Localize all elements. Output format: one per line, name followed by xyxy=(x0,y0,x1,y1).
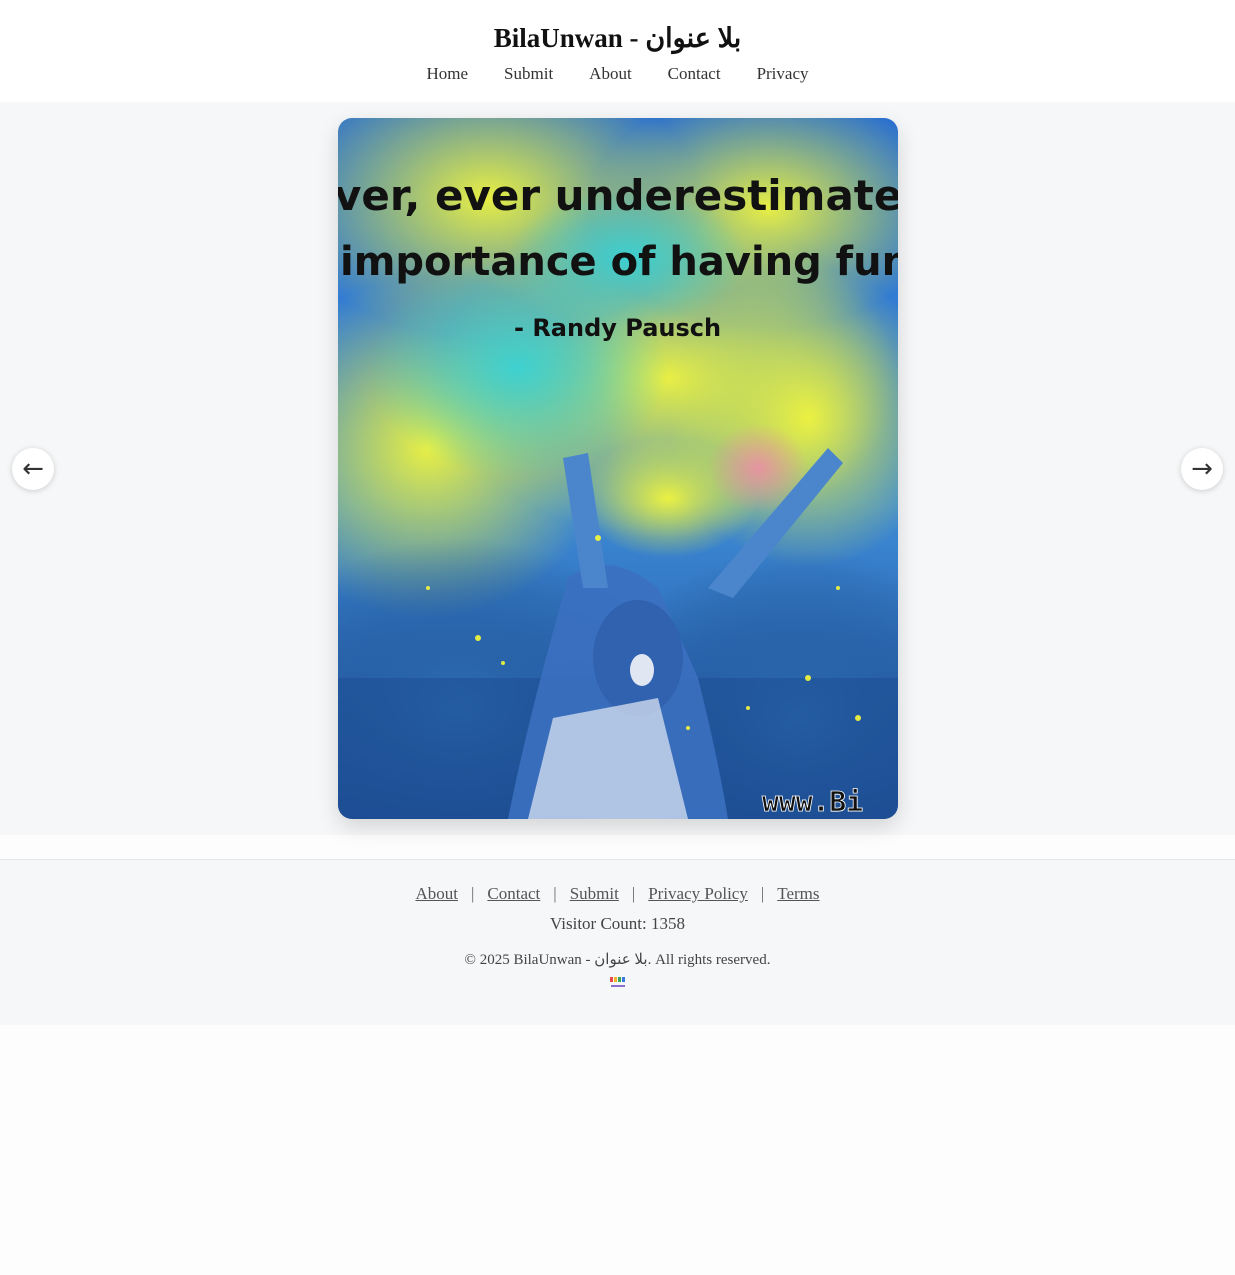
quote-author: - Randy Pausch xyxy=(514,314,721,342)
footer-separator: | xyxy=(760,884,765,903)
footer-link-about[interactable]: About xyxy=(415,884,458,904)
main-nav: Home Submit About Contact Privacy xyxy=(0,64,1235,84)
site-logo-icon[interactable] xyxy=(607,975,629,991)
footer-separator: | xyxy=(631,884,636,903)
nav-home[interactable]: Home xyxy=(427,64,469,84)
quote-line-2: importance of having fun. xyxy=(340,239,898,285)
nav-privacy[interactable]: Privacy xyxy=(757,64,809,84)
visitor-count: Visitor Count: 1358 xyxy=(550,914,685,933)
footer-link-submit[interactable]: Submit xyxy=(570,884,619,904)
footer-link-contact[interactable]: Contact xyxy=(487,884,540,904)
image-slider: ver, ever underestimate t importance of … xyxy=(0,102,1235,835)
footer-link-privacy-policy[interactable]: Privacy Policy xyxy=(648,884,748,904)
site-title[interactable]: BilaUnwan - بلا عنوان xyxy=(0,22,1235,54)
arrow-right-icon[interactable]: → xyxy=(1181,448,1223,490)
arrow-left-icon[interactable]: ← xyxy=(12,448,54,490)
site-footer: About | Contact | Submit | Privacy Polic… xyxy=(0,859,1235,1025)
quote-line-1: ver, ever underestimate t xyxy=(338,171,898,220)
nav-submit[interactable]: Submit xyxy=(504,64,553,84)
copyright-text: © 2025 BilaUnwan - بلا عنوان. All rights… xyxy=(464,952,771,968)
site-header: BilaUnwan - بلا عنوان Home Submit About … xyxy=(0,0,1235,102)
slide-image[interactable]: ver, ever underestimate t importance of … xyxy=(338,118,898,819)
nav-contact[interactable]: Contact xyxy=(668,64,721,84)
footer-separator: | xyxy=(470,884,475,903)
image-watermark: www.Bi xyxy=(762,785,863,818)
footer-link-terms[interactable]: Terms xyxy=(777,884,819,904)
footer-separator: | xyxy=(553,884,557,903)
quote-image: ver, ever underestimate t importance of … xyxy=(338,118,898,819)
spacer xyxy=(0,835,1235,859)
footer-links: About | Contact | Submit | Privacy Polic… xyxy=(0,884,1235,904)
nav-about[interactable]: About xyxy=(589,64,632,84)
